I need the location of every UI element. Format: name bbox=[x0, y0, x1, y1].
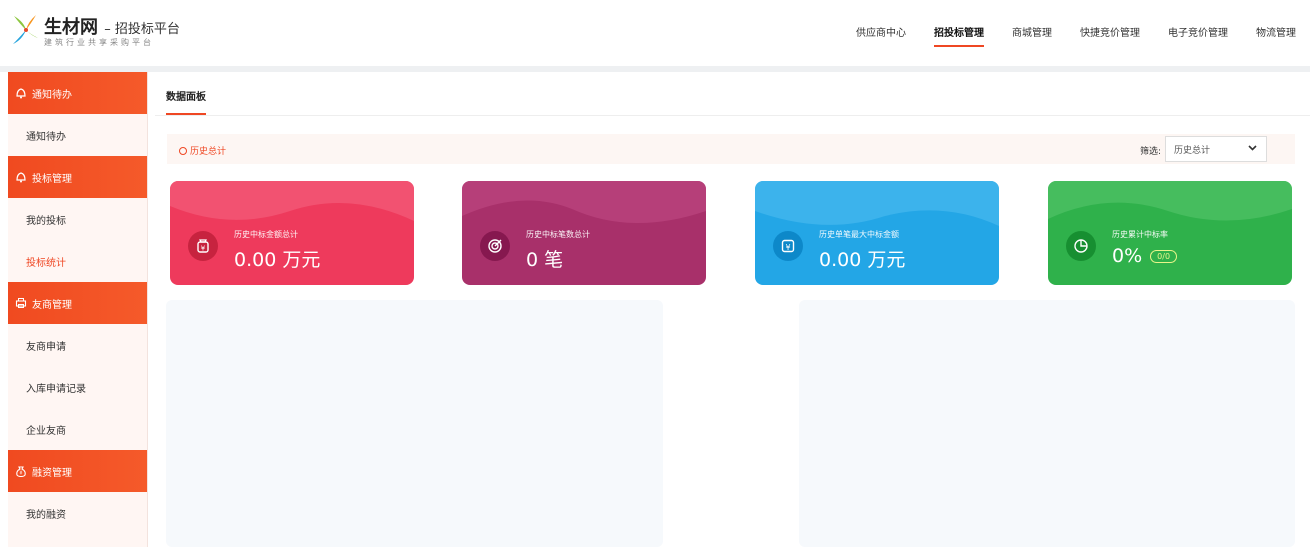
card-label: 历史中标金额总计 bbox=[234, 230, 298, 239]
card-value: 0% 0/0 bbox=[1112, 245, 1178, 267]
sidebar-group-notifications[interactable]: 通知待办 bbox=[8, 72, 147, 114]
tab-data-panel[interactable]: 数据面板 bbox=[166, 88, 206, 115]
header: 生材网 – 招投标平台 建筑行业共享采购平台 供应商中心 招投标管理 商城管理 … bbox=[0, 0, 1310, 66]
stat-card-max-amount: ¥ 历史单笔最大中标金额 0.00 万元 bbox=[755, 181, 999, 285]
stat-cards: ¥ 历史中标金额总计 0.00 万元 历史中标笔数总计 0 笔 ¥ 历史单笔最大 bbox=[170, 181, 1295, 285]
filter-label: 筛选: bbox=[1139, 147, 1161, 157]
sidebar-group-label: 友商管理 bbox=[32, 299, 72, 311]
money-bag-icon: ¥ bbox=[14, 464, 28, 478]
svg-text:¥: ¥ bbox=[19, 471, 22, 477]
card-value: 0 笔 bbox=[526, 245, 563, 272]
top-nav: 供应商中心 招投标管理 商城管理 快捷竞价管理 电子竞价管理 物流管理 bbox=[856, 24, 1296, 47]
sidebar-group-financing-management[interactable]: ¥ 融资管理 bbox=[8, 450, 147, 492]
logo-icon bbox=[13, 15, 38, 44]
card-value-text: 0% bbox=[1112, 245, 1143, 267]
logo[interactable]: 生材网 – 招投标平台 建筑行业共享采购平台 bbox=[10, 12, 180, 52]
nav-bidding-management[interactable]: 招投标管理 bbox=[934, 24, 984, 47]
sidebar-item-partner-application[interactable]: 友商申请 bbox=[8, 324, 147, 366]
chevron-down-icon bbox=[1247, 142, 1258, 156]
tab-bar: 数据面板 bbox=[155, 72, 1310, 116]
circle-icon bbox=[179, 146, 187, 155]
filter-bar: 历史总计 筛选: 历史总计 bbox=[167, 134, 1295, 164]
nav-mall-management[interactable]: 商城管理 bbox=[1012, 24, 1052, 47]
pie-chart-icon bbox=[1066, 231, 1096, 261]
card-value: 0.00 万元 bbox=[819, 245, 905, 272]
card-value-text: 0.00 万元 bbox=[819, 249, 906, 271]
chart-panel-left bbox=[166, 300, 663, 547]
sidebar-item-bid-statistics[interactable]: 投标统计 bbox=[8, 240, 147, 282]
stat-card-win-rate: 历史累计中标率 0% 0/0 bbox=[1048, 181, 1292, 285]
filter-select-value: 历史总计 bbox=[1174, 145, 1211, 156]
card-label: 历史单笔最大中标金额 bbox=[819, 230, 899, 239]
brand-subtitle: – 招投标平台 bbox=[104, 22, 180, 37]
sidebar-item-my-bids[interactable]: 我的投标 bbox=[8, 198, 147, 240]
printer-icon bbox=[14, 296, 28, 310]
sidebar-item-enterprise-partners[interactable]: 企业友商 bbox=[8, 408, 147, 450]
brand-name: 生材网 bbox=[44, 17, 98, 38]
money-bag-icon: ¥ bbox=[188, 231, 218, 261]
bell-icon bbox=[14, 86, 28, 100]
card-value-text: 0.00 万元 bbox=[234, 249, 321, 271]
win-ratio-badge: 0/0 bbox=[1150, 249, 1178, 263]
yuan-icon: ¥ bbox=[773, 231, 803, 261]
svg-text:¥: ¥ bbox=[785, 243, 790, 252]
sidebar: 通知待办 通知待办 投标管理 我的投标 投标统计 友商管理 友商申请 入库申请记… bbox=[8, 72, 148, 547]
nav-supplier-center[interactable]: 供应商中心 bbox=[856, 24, 906, 47]
stat-card-total-amount: ¥ 历史中标金额总计 0.00 万元 bbox=[170, 181, 414, 285]
bell-icon bbox=[14, 170, 28, 184]
card-label: 历史中标笔数总计 bbox=[526, 230, 590, 239]
nav-logistics[interactable]: 物流管理 bbox=[1256, 24, 1296, 47]
sidebar-group-label: 投标管理 bbox=[32, 173, 72, 185]
sidebar-group-partner-management[interactable]: 友商管理 bbox=[8, 282, 147, 324]
sidebar-group-label: 融资管理 bbox=[32, 467, 72, 479]
main-content: 数据面板 历史总计 筛选: 历史总计 ¥ 历史中标金额总计 0.00 万元 历史… bbox=[155, 72, 1310, 547]
history-total-text: 历史总计 bbox=[190, 147, 227, 157]
sidebar-group-label: 通知待办 bbox=[32, 89, 72, 101]
filter-select[interactable]: 历史总计 bbox=[1165, 136, 1267, 162]
sidebar-item-my-financing[interactable]: 我的融资 bbox=[8, 492, 147, 534]
sidebar-item-storage-application-records[interactable]: 入库申请记录 bbox=[8, 366, 147, 408]
history-total-label: 历史总计 bbox=[179, 144, 226, 157]
card-value-text: 0 笔 bbox=[526, 249, 564, 271]
brand-slogan: 建筑行业共享采购平台 bbox=[44, 38, 154, 47]
stat-card-total-count: 历史中标笔数总计 0 笔 bbox=[462, 181, 706, 285]
svg-text:¥: ¥ bbox=[201, 245, 206, 253]
card-value: 0.00 万元 bbox=[234, 245, 320, 272]
nav-e-bidding[interactable]: 电子竞价管理 bbox=[1168, 24, 1228, 47]
sidebar-item-notifications[interactable]: 通知待办 bbox=[8, 114, 147, 156]
chart-panel-right bbox=[799, 300, 1295, 547]
nav-quick-bidding[interactable]: 快捷竞价管理 bbox=[1080, 24, 1140, 47]
card-label: 历史累计中标率 bbox=[1112, 230, 1168, 239]
sidebar-group-bid-management[interactable]: 投标管理 bbox=[8, 156, 147, 198]
target-icon bbox=[480, 231, 510, 261]
